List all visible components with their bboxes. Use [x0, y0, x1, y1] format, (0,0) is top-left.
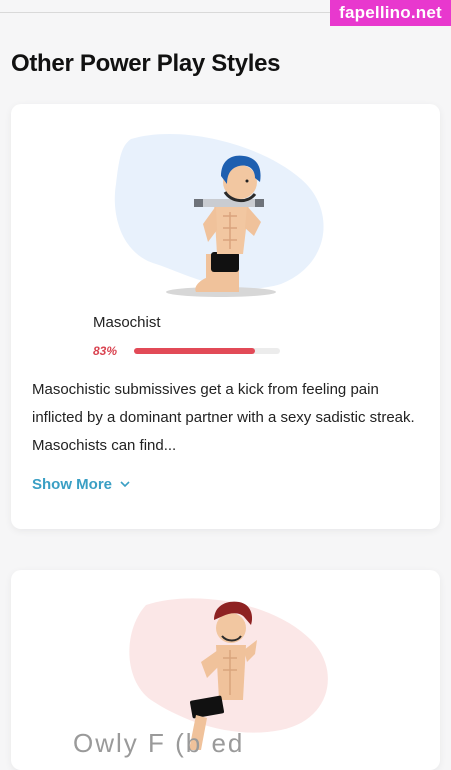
- play-style-card[interactable]: Masochist 83% Masochistic submissives ge…: [11, 104, 440, 529]
- watermark: fapellino.net: [330, 0, 451, 26]
- play-style-card[interactable]: Owly F (b ed: [11, 570, 440, 770]
- chevron-down-icon: [120, 481, 130, 488]
- match-progress-fill: [134, 348, 256, 354]
- match-percent: 83%: [93, 344, 118, 358]
- masochist-illustration: [114, 133, 324, 297]
- show-more-button[interactable]: Show More: [32, 476, 130, 493]
- show-more-label: Show More: [32, 476, 113, 493]
- style-name: Masochist: [93, 314, 161, 331]
- section-title: Other Power Play Styles: [11, 50, 281, 77]
- style-name-partial: Owly F (b ed: [73, 728, 245, 758]
- style-description: Masochistic submissives get a kick from …: [32, 381, 415, 454]
- match-progress-bar: [134, 348, 280, 354]
